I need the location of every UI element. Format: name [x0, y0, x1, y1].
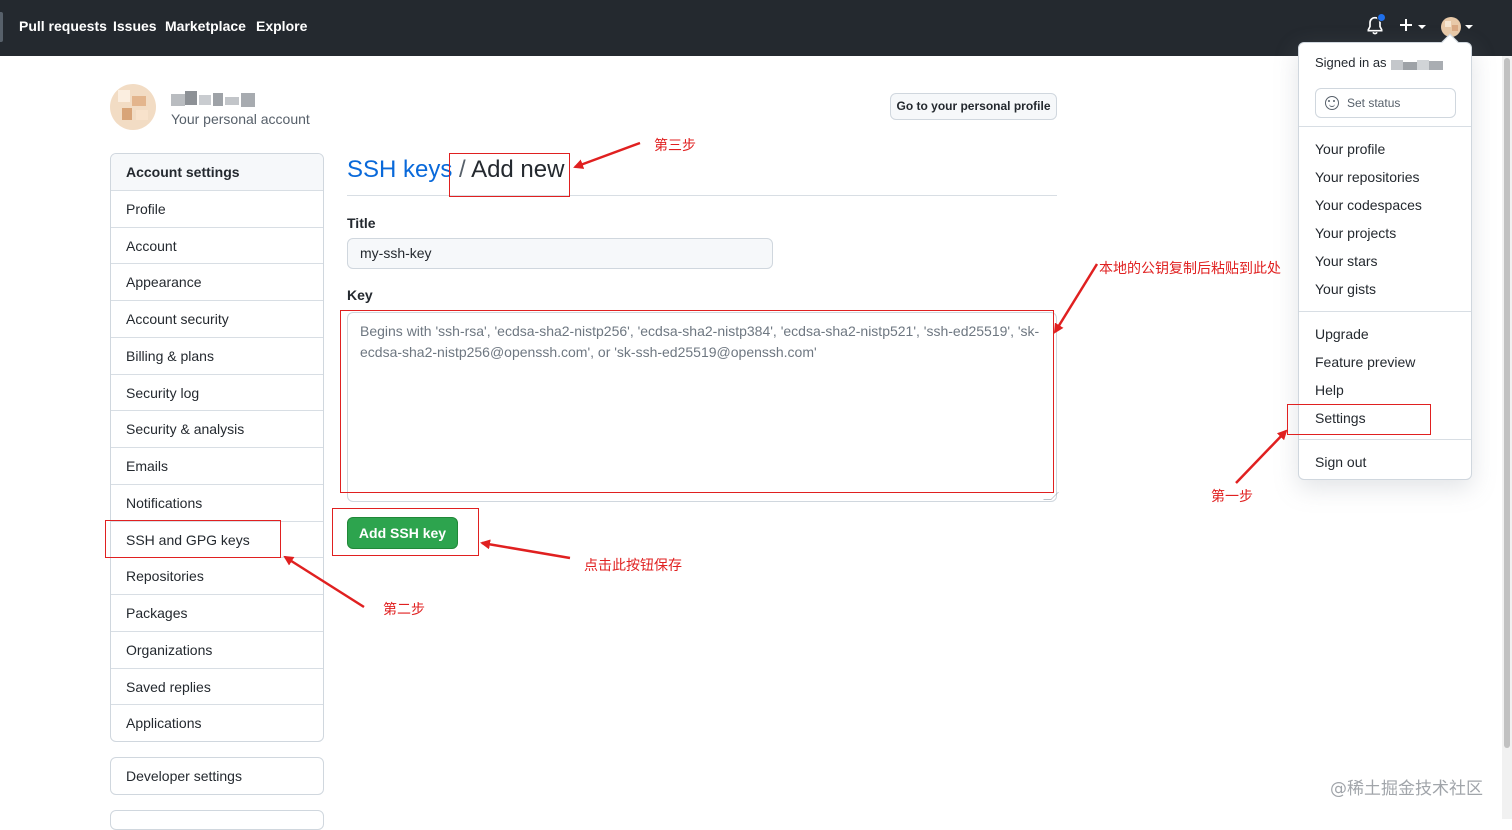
watermark: @稀土掘金技术社区	[1330, 779, 1483, 799]
go-to-profile-button[interactable]: Go to your personal profile	[890, 93, 1057, 120]
account-type-label: Your personal account	[171, 111, 310, 127]
sidebar-item-billing[interactable]: Billing & plans	[111, 338, 323, 375]
dropdown-divider	[1299, 439, 1471, 440]
page-scrollbar-thumb[interactable]	[1504, 58, 1510, 748]
signed-in-label: Signed in as	[1315, 55, 1387, 70]
annotation-box-submit	[332, 508, 479, 556]
sidebar-heading: Account settings	[111, 154, 323, 191]
global-header: Pull requests Issues Marketplace Explore	[0, 0, 1512, 56]
sidebar-item-organizations[interactable]: Organizations	[111, 632, 323, 669]
dropdown-divider	[1299, 126, 1471, 127]
menu-upgrade[interactable]: Upgrade	[1315, 326, 1369, 342]
sidebar-item-developer-settings[interactable]: Developer settings	[110, 757, 324, 795]
sidebar-item-account[interactable]: Account	[111, 228, 323, 265]
settings-sidebar: Account settings Profile Account Appeara…	[110, 153, 324, 742]
set-status-label: Set status	[1347, 96, 1401, 110]
menu-your-codespaces[interactable]: Your codespaces	[1315, 197, 1422, 213]
nav-pull-requests[interactable]: Pull requests	[19, 18, 107, 34]
sidebar-item-appearance[interactable]: Appearance	[111, 264, 323, 301]
nav-issues[interactable]: Issues	[113, 18, 157, 34]
annotation-step1: 第一步	[1211, 489, 1253, 505]
annotation-paste-note: 本地的公钥复制后粘贴到此处	[1099, 261, 1281, 277]
menu-your-gists[interactable]: Your gists	[1315, 281, 1376, 297]
nav-explore[interactable]: Explore	[256, 18, 307, 34]
user-avatar[interactable]	[110, 84, 156, 130]
sidebar-item-account-security[interactable]: Account security	[111, 301, 323, 338]
sidebar-item-notifications[interactable]: Notifications	[111, 485, 323, 522]
sidebar-item-repositories[interactable]: Repositories	[111, 558, 323, 595]
sidebar-more-box	[110, 810, 324, 830]
dropdown-divider	[1299, 311, 1471, 312]
menu-your-stars[interactable]: Your stars	[1315, 253, 1378, 269]
nav-marketplace[interactable]: Marketplace	[165, 18, 246, 34]
menu-your-profile[interactable]: Your profile	[1315, 141, 1385, 157]
sidebar-item-security-log[interactable]: Security log	[111, 375, 323, 412]
breadcrumb-ssh-keys[interactable]: SSH keys	[347, 156, 452, 183]
sidebar-item-security-analysis[interactable]: Security & analysis	[111, 411, 323, 448]
user-name-blurred	[171, 91, 257, 107]
menu-feature-preview[interactable]: Feature preview	[1315, 354, 1415, 370]
menu-your-projects[interactable]: Your projects	[1315, 225, 1396, 241]
annotation-box-key	[340, 310, 1054, 493]
annotation-box-settings	[1287, 404, 1431, 435]
menu-sign-out[interactable]: Sign out	[1315, 454, 1366, 470]
notification-dot-icon	[1377, 13, 1386, 22]
annotation-step2: 第二步	[383, 602, 425, 618]
sidebar-item-profile[interactable]: Profile	[111, 191, 323, 228]
sidebar-item-applications[interactable]: Applications	[111, 705, 323, 741]
key-field-label: Key	[347, 287, 373, 303]
sidebar-item-emails[interactable]: Emails	[111, 448, 323, 485]
sidebar-item-saved-replies[interactable]: Saved replies	[111, 669, 323, 706]
menu-your-repositories[interactable]: Your repositories	[1315, 169, 1420, 185]
plus-icon[interactable]	[1399, 18, 1413, 37]
smiley-icon	[1325, 96, 1339, 110]
signed-in-user-blurred	[1391, 60, 1451, 70]
sidebar-item-packages[interactable]: Packages	[111, 595, 323, 632]
avatar-caret-icon[interactable]	[1465, 25, 1473, 29]
annotation-save-note: 点击此按钮保存	[584, 558, 682, 574]
header-edge	[0, 12, 3, 42]
title-field-label: Title	[347, 215, 376, 231]
plus-caret-icon[interactable]	[1418, 25, 1426, 29]
annotation-box-add-new	[449, 153, 570, 197]
annotation-step3: 第三步	[654, 138, 696, 154]
set-status-button[interactable]: Set status	[1315, 88, 1456, 118]
menu-help[interactable]: Help	[1315, 382, 1344, 398]
title-input[interactable]: my-ssh-key	[347, 238, 773, 269]
annotation-box-ssh-gpg	[105, 520, 281, 558]
